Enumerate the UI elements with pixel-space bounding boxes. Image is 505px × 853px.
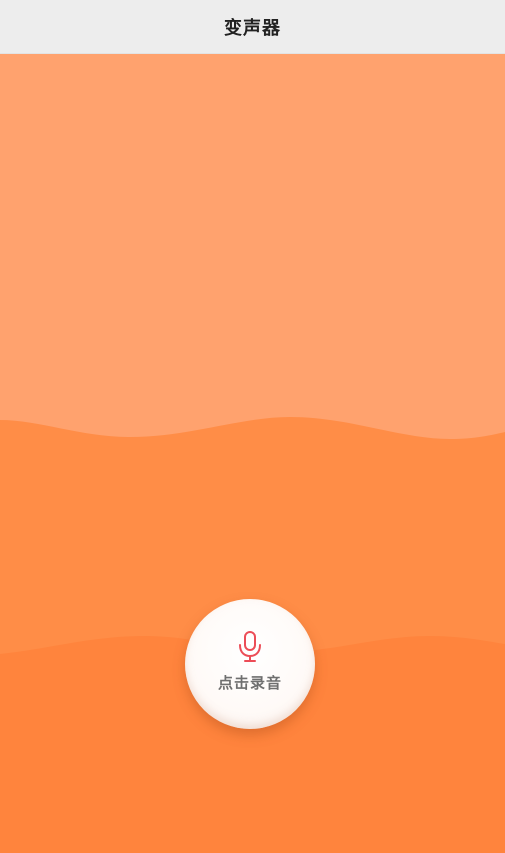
microphone-icon [239,630,261,662]
voice-changer-screen: 变声器 点击录音 [0,0,505,853]
record-button[interactable]: 点击录音 [185,599,315,729]
record-label: 点击录音 [217,673,282,692]
page-title: 变声器 [224,17,281,39]
title-bar: 变声器 [0,0,505,54]
wave-background [0,54,505,853]
